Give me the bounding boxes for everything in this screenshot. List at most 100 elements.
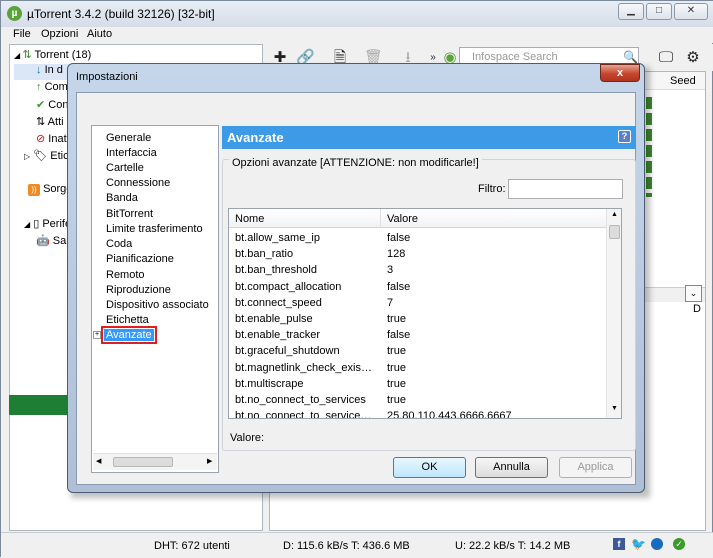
facebook-icon[interactable]: f (613, 538, 625, 550)
setting-name: bt.ban_ratio (235, 248, 294, 261)
column-nome[interactable]: Nome (235, 213, 264, 225)
scroll-right-icon[interactable]: ▶ (207, 457, 212, 465)
setting-name: bt.multiscrape (235, 377, 304, 390)
tree-item-bittorrent[interactable]: BitTorrent (104, 208, 155, 220)
tree-item-dispositivo-associato[interactable]: Dispositivo associato (104, 299, 211, 311)
search-icon[interactable]: 🔍 (623, 50, 638, 64)
inactive-icon: ⊘ (36, 133, 46, 145)
tree-item-etichetta[interactable]: Etichetta (104, 314, 151, 326)
activity-icon: ⇅ (36, 116, 46, 128)
table-row[interactable]: bt.enable_pulse true (229, 311, 607, 327)
tree-item-riproduzione[interactable]: Riproduzione (104, 284, 173, 296)
table-row[interactable]: bt.enable_tracker false (229, 327, 607, 343)
menu-aiuto[interactable]: Aiuto (87, 28, 112, 40)
setting-value: 3 (387, 264, 394, 277)
sidebar-item-devices[interactable]: ◢ ▯ Perife (24, 217, 71, 230)
menu-opzioni[interactable]: Opzioni (41, 28, 78, 40)
download-arrow-icon: ↓ (36, 64, 42, 76)
sidebar-item-active[interactable]: ⇅ Atti (36, 115, 64, 128)
tree-item-avanzate[interactable]: Avanzate (101, 326, 157, 344)
upload-arrow-icon: ↑ (36, 81, 42, 93)
setting-name: bt.no_connect_to_services (235, 394, 366, 406)
tag-icon: 🏷 (33, 150, 48, 162)
window-title: µTorrent 3.4.2 (build 32126) [32-bit] (27, 7, 215, 21)
setting-name: bt.enable_pulse (235, 313, 313, 325)
panel-title: Avanzate (227, 130, 284, 145)
table-row[interactable]: bt.allow_same_ip false (229, 230, 607, 246)
table-row[interactable]: bt.ban_ratio 128 (229, 246, 607, 262)
apply-button[interactable]: Applica (559, 457, 632, 478)
scroll-up-icon[interactable]: ▲ (611, 211, 618, 218)
sidebar-item-label: Torrent (18) (34, 49, 92, 61)
transfer-arrows-icon: ⇅ (22, 49, 32, 61)
expand-icon: ◢ (24, 220, 31, 229)
cancel-button[interactable]: Annulla (475, 457, 548, 478)
table-row[interactable]: bt.graceful_shutdown true (229, 343, 607, 359)
sidebar-item-labels[interactable]: ▷ 🏷 Etic (24, 149, 69, 162)
scroll-thumb[interactable] (113, 457, 173, 467)
setting-value: false (387, 329, 411, 342)
dht-status: DHT: 672 utenti (154, 540, 230, 552)
table-row[interactable]: bt.connect_speed 7 (229, 295, 607, 311)
tree-item-remoto[interactable]: Remoto (104, 269, 147, 281)
table-row[interactable]: bt.no_connect_to_services true (229, 392, 607, 408)
minimize-button[interactable]: ▁ (618, 3, 644, 20)
scroll-left-icon[interactable]: ◀ (96, 457, 101, 465)
ok-button[interactable]: OK (393, 457, 466, 478)
remote-icon[interactable]: 🖵 (657, 49, 675, 67)
filter-label: Filtro: (478, 183, 506, 195)
column-d: D (693, 303, 701, 315)
sidebar-item-label: Etic (50, 150, 69, 162)
table-row[interactable]: bt.ban_threshold 3 (229, 262, 607, 278)
title-bar: µ µTorrent 3.4.2 (build 32126) [32-bit] … (1, 1, 713, 27)
group-label: Opzioni avanzate [ATTENZIONE: non modifi… (229, 157, 482, 169)
panel-header: Avanzate ? (222, 126, 636, 149)
help-icon[interactable]: ? (618, 130, 631, 143)
settings-gear-icon[interactable]: ⚙ (684, 49, 702, 67)
table-row[interactable]: bt.no_connect_to_services_list 25,80,110,… (229, 408, 607, 418)
column-valore[interactable]: Valore (387, 213, 418, 225)
dialog-close-button[interactable]: x (600, 64, 640, 82)
sidebar-item-downloading[interactable]: ↓ In d (14, 64, 74, 80)
scroll-down-icon[interactable]: ▼ (611, 405, 618, 412)
tree-item-connessione[interactable]: Connessione (104, 177, 172, 189)
dialog-body: Generale Interfaccia Cartelle Connession… (76, 92, 636, 485)
setting-value: 128 (387, 248, 406, 261)
tree-item-limite-trasferimento[interactable]: Limite trasferimento (104, 223, 205, 235)
sidebar-item-label: In d (44, 64, 63, 76)
tree-horizontal-scrollbar[interactable]: ◀ ▶ (93, 453, 217, 470)
table-row[interactable]: bt.multiscrape true (229, 376, 607, 392)
setting-name: bt.allow_same_ip (235, 232, 320, 244)
tree-item-banda[interactable]: Banda (104, 192, 140, 204)
sidebar-item-feeds[interactable]: )) Sorge (28, 183, 72, 196)
setting-value: 7 (387, 296, 394, 309)
twitter-icon[interactable]: 🐦 (631, 537, 646, 551)
table-vertical-scrollbar[interactable]: ▲ ▼ (606, 209, 621, 418)
tree-expand-icon[interactable]: + (93, 331, 101, 339)
sidebar-item-inactive[interactable]: ⊘ Inat (36, 132, 67, 145)
tree-item-interfaccia[interactable]: Interfaccia (104, 147, 159, 159)
tree-item-generale[interactable]: Generale (104, 132, 153, 144)
settings-tree: Generale Interfaccia Cartelle Connession… (91, 125, 219, 473)
tree-item-coda[interactable]: Coda (104, 238, 134, 250)
close-button[interactable]: ✕ (674, 3, 708, 20)
menu-file[interactable]: File (13, 28, 31, 40)
scroll-thumb[interactable] (609, 225, 620, 239)
sidebar-item-label: Con (48, 99, 69, 111)
sidebar-item-torrent[interactable]: ◢ ⇅ Torrent (18) (14, 48, 91, 61)
sidebar-item-completed[interactable]: ↑ Com (36, 81, 68, 93)
sidebar-item-finished[interactable]: ✔ Con (36, 98, 68, 111)
table-row[interactable]: bt.compact_allocation false (229, 279, 607, 295)
collapse-panel-icon[interactable]: ⌄ (685, 285, 702, 302)
setting-name: bt.ban_threshold (235, 264, 317, 277)
setting-value: false (387, 232, 411, 244)
network-icon[interactable] (651, 538, 663, 550)
column-seed[interactable]: Seed (670, 75, 696, 87)
status-ok-icon[interactable]: ✓ (673, 538, 685, 550)
filter-input[interactable] (508, 179, 623, 199)
table-row[interactable]: bt.magnetlink_check_existing_... true (229, 360, 607, 376)
tree-item-pianificazione[interactable]: Pianificazione (104, 253, 176, 265)
tree-item-cartelle[interactable]: Cartelle (104, 162, 146, 174)
maximize-button[interactable]: □ (646, 3, 672, 20)
sidebar-item-label: Com (44, 81, 68, 93)
